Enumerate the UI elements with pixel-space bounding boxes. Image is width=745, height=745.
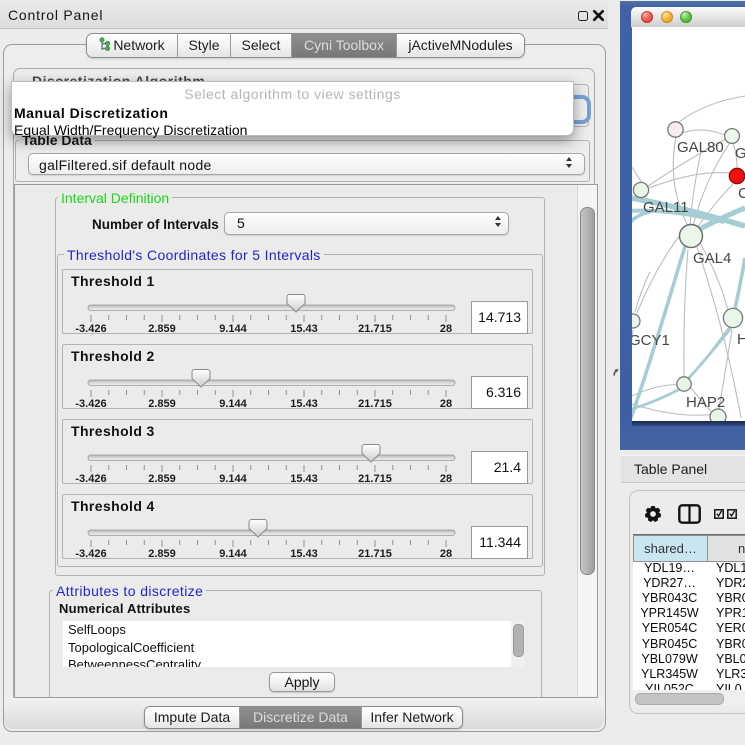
svg-text:21.715: 21.715 [358,473,392,485]
svg-text:28: 28 [440,473,452,485]
svg-text:GCY1: GCY1 [632,332,670,349]
svg-text:9.144: 9.144 [219,323,247,335]
svg-text:2.859: 2.859 [148,323,176,335]
svg-text:15.43: 15.43 [290,548,318,560]
svg-text:9.144: 9.144 [219,473,247,485]
svg-text:C: C [738,185,745,202]
svg-text:28: 28 [440,548,452,560]
svg-text:HAP2: HAP2 [686,394,725,411]
svg-text:21.715: 21.715 [358,398,392,410]
svg-text:9.144: 9.144 [219,398,247,410]
svg-text:2.859: 2.859 [148,473,176,485]
svg-text:GAL4: GAL4 [693,250,731,267]
svg-text:GAL80: GAL80 [677,139,724,156]
svg-text:2.859: 2.859 [148,398,176,410]
svg-text:2.859: 2.859 [148,548,176,560]
svg-text:21.715: 21.715 [358,548,392,560]
svg-text:21.715: 21.715 [358,323,392,335]
svg-text:9.144: 9.144 [219,548,247,560]
svg-text:H: H [737,331,745,348]
svg-text:15.43: 15.43 [290,398,318,410]
svg-text:28: 28 [440,398,452,410]
svg-text:28: 28 [440,323,452,335]
svg-text:GAL11: GAL11 [643,199,689,216]
svg-text:15.43: 15.43 [290,323,318,335]
svg-text:-3.426: -3.426 [75,323,106,335]
svg-text:-3.426: -3.426 [75,398,106,410]
svg-text:-3.426: -3.426 [75,473,106,485]
svg-text:-3.426: -3.426 [75,548,106,560]
svg-text:15.43: 15.43 [290,473,318,485]
svg-text:GA: GA [735,145,745,162]
